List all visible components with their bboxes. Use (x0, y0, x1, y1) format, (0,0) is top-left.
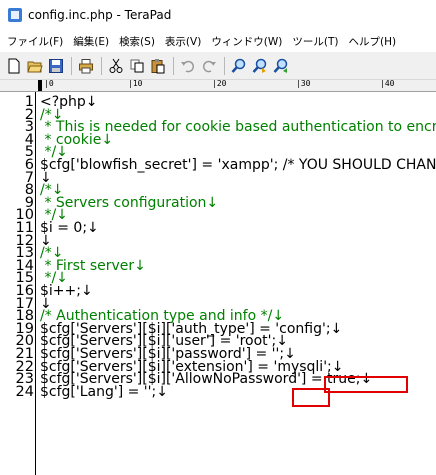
search-next-icon[interactable] (250, 56, 270, 76)
redo-icon[interactable] (199, 56, 219, 76)
save-icon[interactable] (46, 56, 66, 76)
print-icon[interactable] (76, 56, 96, 76)
undo-icon[interactable] (178, 56, 198, 76)
menu-view[interactable]: 表示(V) (160, 34, 206, 49)
text-editor[interactable]: 1 <?php↓ 2/*↓ 3 * This is needed for cookie… (0, 92, 436, 475)
paste-icon[interactable] (148, 56, 168, 76)
terapad-app-icon (8, 8, 22, 22)
menu-search[interactable]: 検索(S) (114, 34, 160, 49)
search-icon[interactable] (229, 56, 249, 76)
toolbar-separator (224, 56, 225, 75)
highlight-box-user (292, 388, 330, 407)
toolbar-separator (173, 56, 174, 75)
cut-icon[interactable] (106, 56, 126, 76)
new-file-icon[interactable] (4, 56, 24, 76)
highlight-box-auth-type (324, 376, 408, 393)
ruler-mark: |20 (212, 79, 227, 88)
menu-tools[interactable]: ツール(T) (287, 34, 343, 49)
menu-edit[interactable]: 編集(E) (68, 34, 114, 49)
toolbar-separator (71, 56, 72, 75)
menu-bar: ファイル(F) 編集(E) 検索(S) 表示(V) ウィンドウ(W) ツール(T… (0, 30, 436, 52)
menu-window[interactable]: ウィンドウ(W) (206, 34, 287, 49)
code-text: $cfg['Lang'] = '';↓ (40, 383, 168, 400)
editor-line[interactable]: 16 $i++;↓ (0, 284, 436, 298)
menu-help[interactable]: ヘルプ(H) (344, 34, 402, 49)
editor-line[interactable]: 11 $i = 0;↓ (0, 221, 436, 235)
ruler-mark: |40 (380, 79, 395, 88)
toolbar (0, 52, 436, 80)
ruler-mark: |0 (44, 79, 54, 88)
editor-line[interactable]: 1 <?php↓ (0, 95, 436, 109)
copy-icon[interactable] (127, 56, 147, 76)
search-prev-icon[interactable] (271, 56, 291, 76)
window-title: config.inc.php - TeraPad (28, 8, 172, 22)
ruler-mark: |30 (296, 79, 311, 88)
toolbar-separator (101, 56, 102, 75)
column-ruler: |0 |10 |20 |30 |40 (0, 79, 436, 92)
editor-line[interactable]: 12 ↓ (0, 234, 436, 248)
editor-line[interactable]: 6 $cfg['blowfish_secret'] = 'xampp'; /* Y… (0, 157, 436, 173)
menu-file[interactable]: ファイル(F) (2, 34, 68, 49)
editor-line[interactable]: 7 ↓ (0, 171, 436, 185)
code-text: $cfg['blowfish_secret'] = 'xampp'; /* YO… (40, 157, 436, 173)
ruler-cursor-marker (38, 80, 42, 91)
title-bar: config.inc.php - TeraPad (0, 0, 436, 30)
line-number: 24 (15, 384, 34, 400)
ruler-mark: |10 (128, 79, 143, 88)
open-file-icon[interactable] (25, 56, 45, 76)
